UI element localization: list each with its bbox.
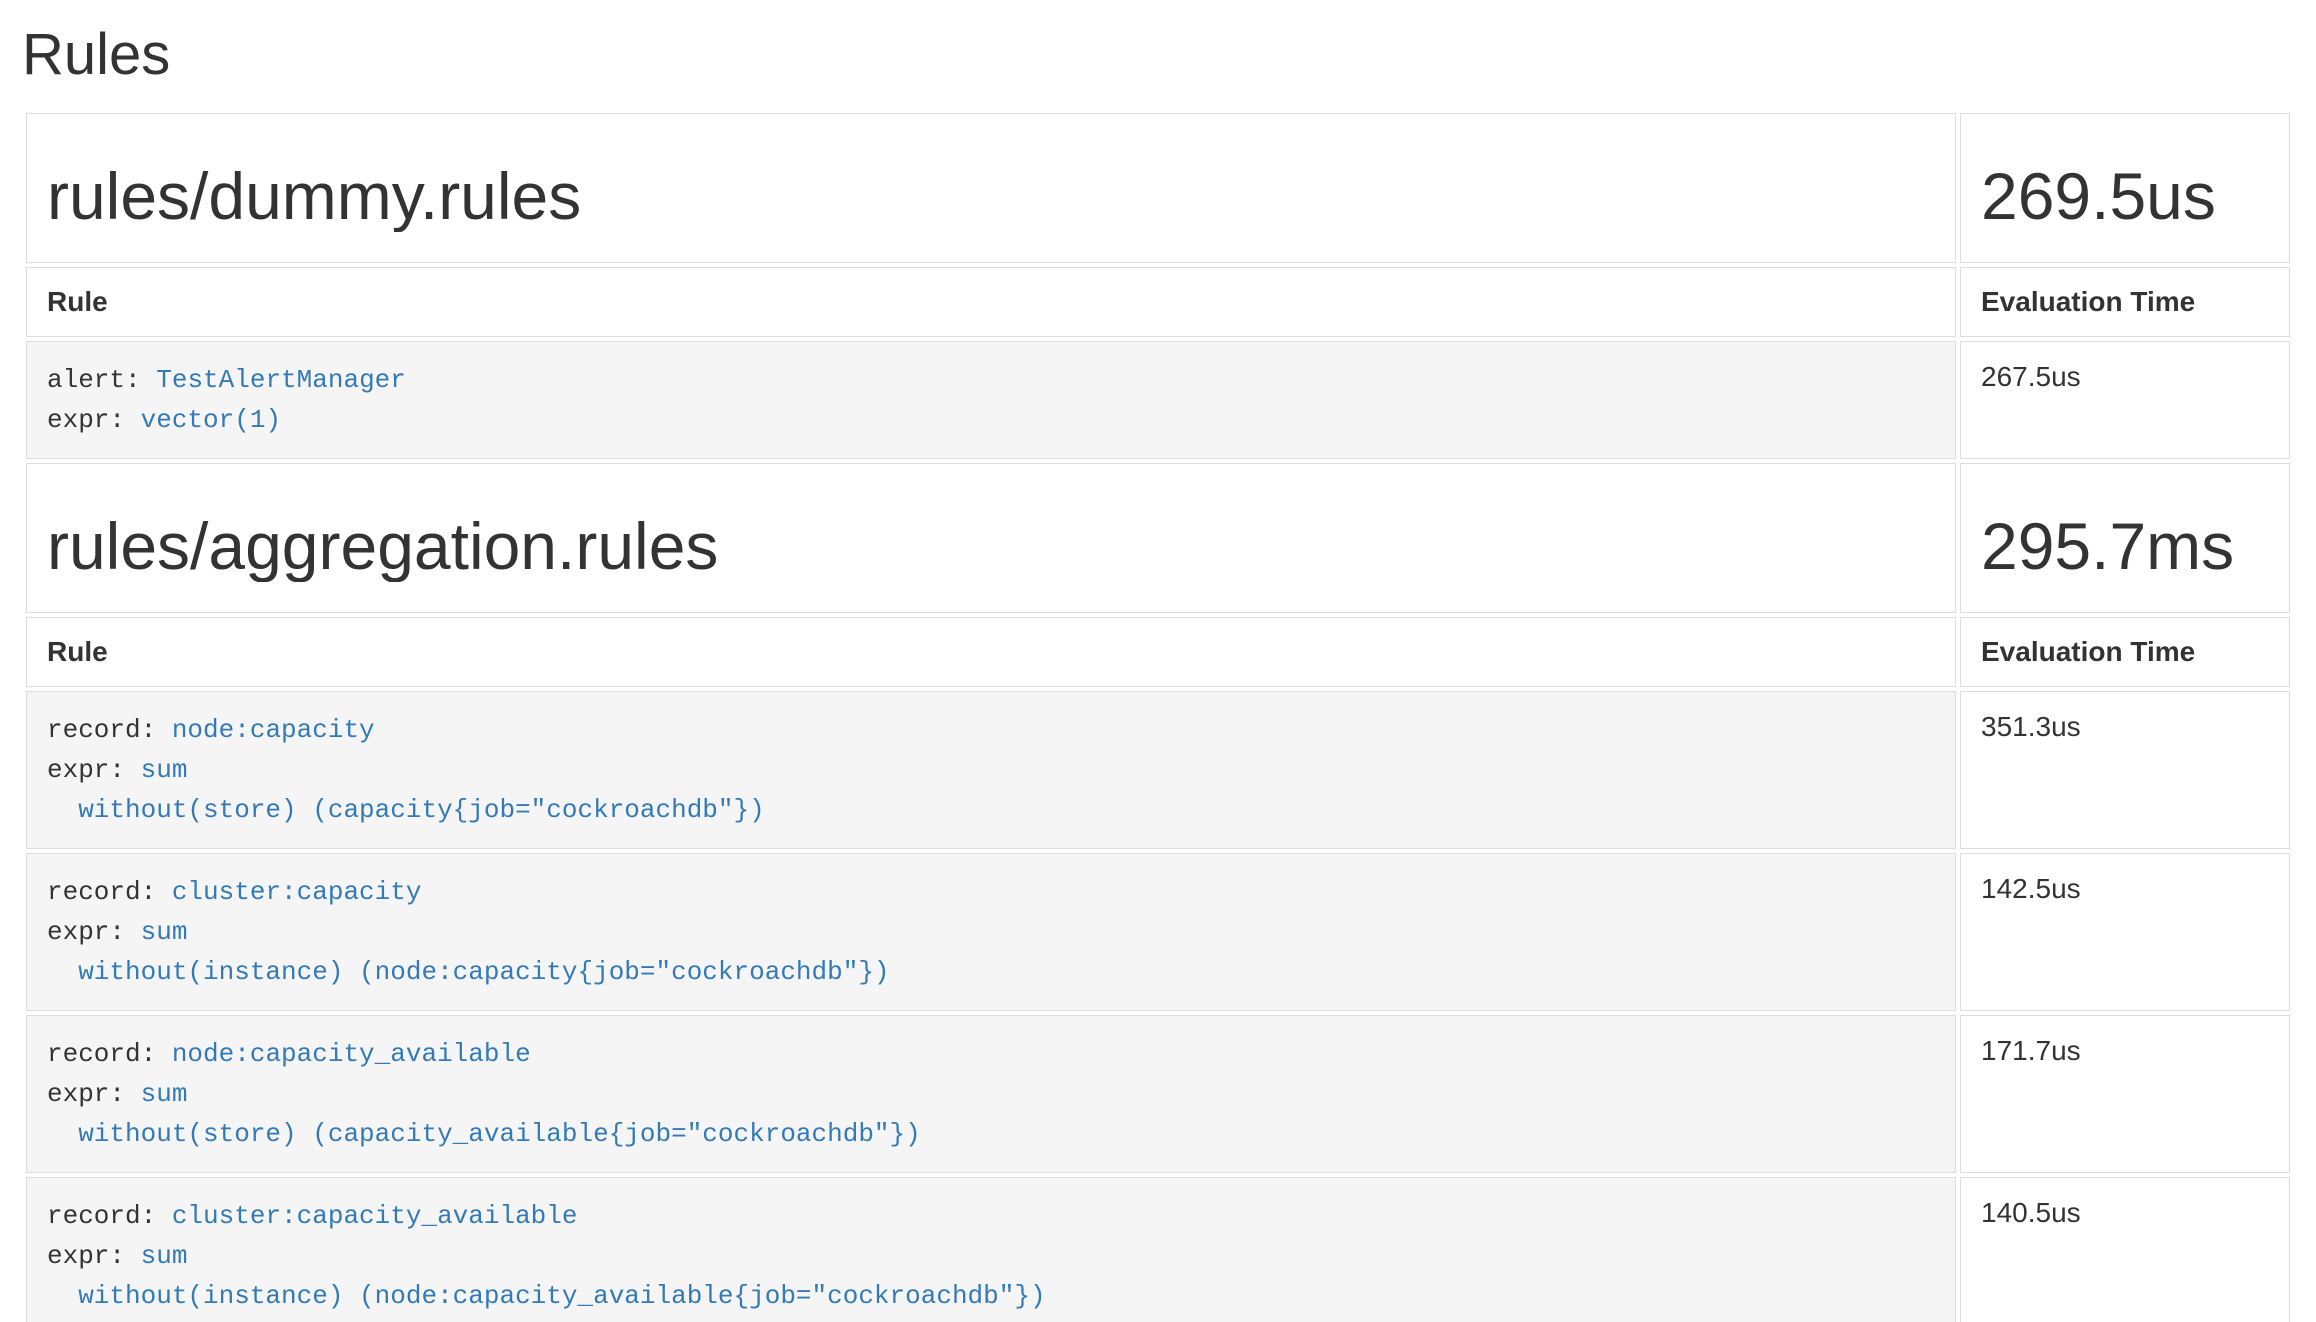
rule-link[interactable]: vector(1): [141, 405, 281, 435]
rule-definition: alert: TestAlertManager expr: vector(1): [47, 360, 1935, 440]
rule-definition: record: node:capacity_available expr: su…: [47, 1034, 1935, 1154]
rule-definition: record: cluster:capacity_available expr:…: [47, 1196, 1935, 1316]
rule-group-evaluation-time: 269.5us: [1981, 162, 2269, 232]
column-header-row: Rule Evaluation Time: [26, 617, 2290, 687]
rule-keyword: expr:: [47, 1241, 125, 1271]
rule-keyword: record:: [47, 715, 156, 745]
rule-link[interactable]: cluster:capacity: [172, 877, 422, 907]
rule-keyword: alert:: [47, 365, 141, 395]
column-header-row: Rule Evaluation Time: [26, 267, 2290, 337]
rule-link[interactable]: sum without(store) (capacity{job="cockro…: [47, 755, 765, 825]
rule-keyword: record:: [47, 877, 156, 907]
rules-page: Rules rules/dummy.rules 269.5us Rule Eva…: [0, 0, 2316, 1322]
rule-link[interactable]: sum without(store) (capacity_available{j…: [47, 1079, 921, 1149]
rule-group-evaluation-time: 295.7ms: [1981, 512, 2269, 582]
rule-keyword: expr:: [47, 755, 125, 785]
rule-link[interactable]: node:capacity: [172, 715, 375, 745]
rule-keyword: record:: [47, 1201, 156, 1231]
rule-group-header-row: rules/aggregation.rules 295.7ms: [26, 463, 2290, 613]
rule-column-header: Rule: [26, 617, 1956, 687]
rule-row: record: cluster:capacity_available expr:…: [26, 1177, 2290, 1322]
rule-group-header-row: rules/dummy.rules 269.5us: [26, 113, 2290, 263]
evaluation-time-column-header: Evaluation Time: [1960, 617, 2290, 687]
rule-row: record: node:capacity expr: sum without(…: [26, 691, 2290, 849]
rule-row: alert: TestAlertManager expr: vector(1) …: [26, 341, 2290, 459]
rule-evaluation-time: 142.5us: [1960, 853, 2290, 1011]
rule-keyword: expr:: [47, 917, 125, 947]
rules-table: rules/dummy.rules 269.5us Rule Evaluatio…: [22, 109, 2294, 1322]
rule-link[interactable]: TestAlertManager: [156, 365, 406, 395]
rule-keyword: record:: [47, 1039, 156, 1069]
rule-evaluation-time: 351.3us: [1960, 691, 2290, 849]
rule-keyword: expr:: [47, 405, 125, 435]
rule-row: record: node:capacity_available expr: su…: [26, 1015, 2290, 1173]
rule-evaluation-time: 140.5us: [1960, 1177, 2290, 1322]
rule-evaluation-time: 267.5us: [1960, 341, 2290, 459]
rule-row: record: cluster:capacity expr: sum witho…: [26, 853, 2290, 1011]
rule-keyword: expr:: [47, 1079, 125, 1109]
rule-link[interactable]: cluster:capacity_available: [172, 1201, 578, 1231]
rule-link[interactable]: sum without(instance) (node:capacity{job…: [47, 917, 890, 987]
evaluation-time-column-header: Evaluation Time: [1960, 267, 2290, 337]
rule-column-header: Rule: [26, 267, 1956, 337]
rule-group-file: rules/dummy.rules: [47, 162, 1935, 232]
rule-definition: record: cluster:capacity expr: sum witho…: [47, 872, 1935, 992]
rule-link[interactable]: node:capacity_available: [172, 1039, 531, 1069]
rule-group-file: rules/aggregation.rules: [47, 512, 1935, 582]
rule-link[interactable]: sum without(instance) (node:capacity_ava…: [47, 1241, 1046, 1311]
page-title: Rules: [22, 22, 2294, 89]
rule-definition: record: node:capacity expr: sum without(…: [47, 710, 1935, 830]
rule-evaluation-time: 171.7us: [1960, 1015, 2290, 1173]
